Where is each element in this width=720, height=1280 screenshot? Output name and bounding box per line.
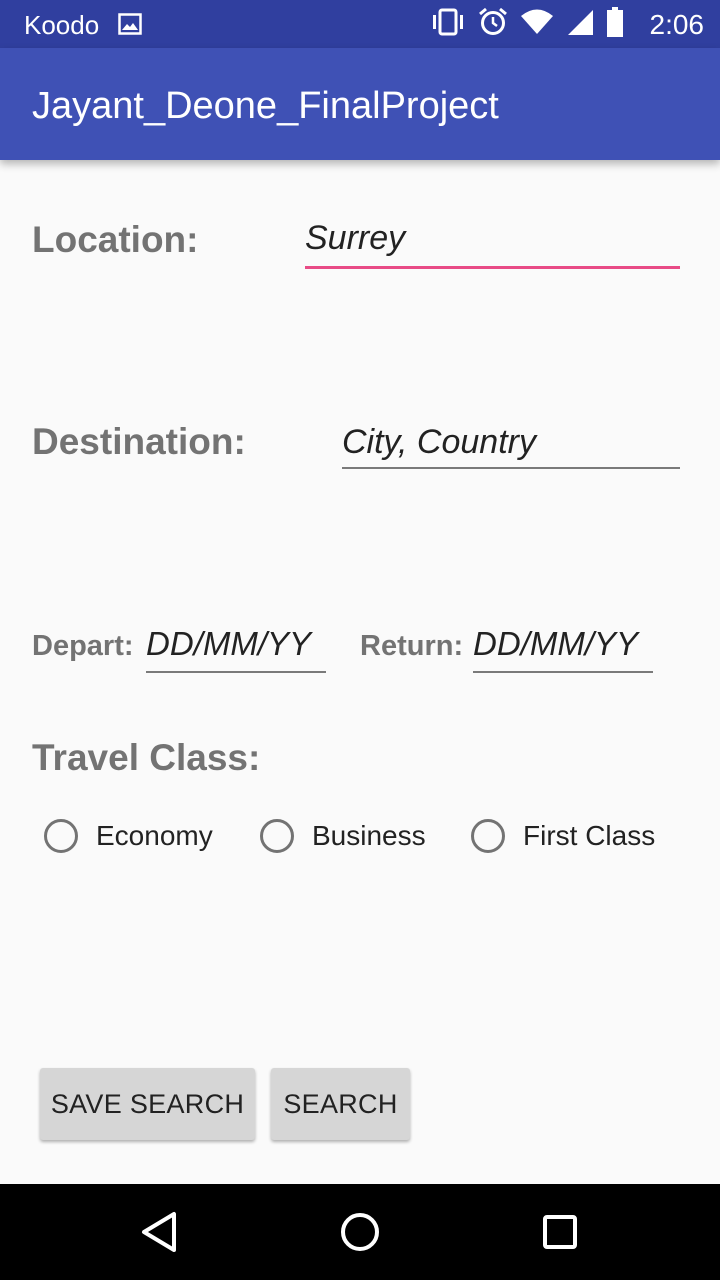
return-label: Return:	[360, 630, 464, 662]
image-icon	[118, 13, 142, 40]
radio-business-label: Business	[312, 820, 426, 851]
radio-first-class-label: First Class	[523, 820, 656, 851]
status-icons	[430, 6, 624, 42]
recents-icon[interactable]	[534, 1206, 586, 1258]
back-icon[interactable]	[134, 1206, 186, 1258]
navigation-bar	[0, 1184, 720, 1280]
depart-label: Depart:	[32, 630, 134, 662]
app-title: Jayant_Deone_FinalProject	[32, 85, 499, 127]
vibrate-icon	[430, 8, 466, 41]
radio-unchecked-icon[interactable]	[260, 819, 294, 853]
radio-economy-label: Economy	[96, 820, 213, 851]
clock: 2:06	[649, 9, 705, 40]
carrier-name: Koodo	[24, 10, 100, 40]
signal-icon	[566, 8, 594, 41]
home-icon[interactable]	[334, 1206, 386, 1258]
depart-date-input[interactable]: DD/MM/YY	[146, 620, 326, 673]
radio-unchecked-icon[interactable]	[471, 819, 505, 853]
search-button[interactable]: SEARCH	[271, 1068, 410, 1140]
location-label: Location:	[32, 219, 199, 260]
status-bar: Koodo 2:06	[0, 0, 720, 48]
radio-economy[interactable]: Economy	[44, 814, 213, 858]
app-bar: Jayant_Deone_FinalProject	[0, 48, 720, 160]
alarm-icon	[478, 7, 508, 42]
radio-business[interactable]: Business	[260, 814, 426, 858]
radio-first-class[interactable]: First Class	[471, 814, 655, 858]
travel-class-label: Travel Class:	[32, 737, 261, 778]
save-search-button[interactable]: SAVE SEARCH	[40, 1068, 255, 1140]
wifi-icon	[520, 9, 554, 40]
destination-label: Destination:	[32, 421, 246, 462]
return-date-input[interactable]: DD/MM/YY	[473, 620, 653, 673]
destination-input[interactable]: City, Country	[342, 418, 680, 469]
radio-unchecked-icon[interactable]	[44, 819, 78, 853]
battery-icon	[606, 6, 624, 42]
location-input[interactable]: Surrey	[305, 214, 680, 269]
